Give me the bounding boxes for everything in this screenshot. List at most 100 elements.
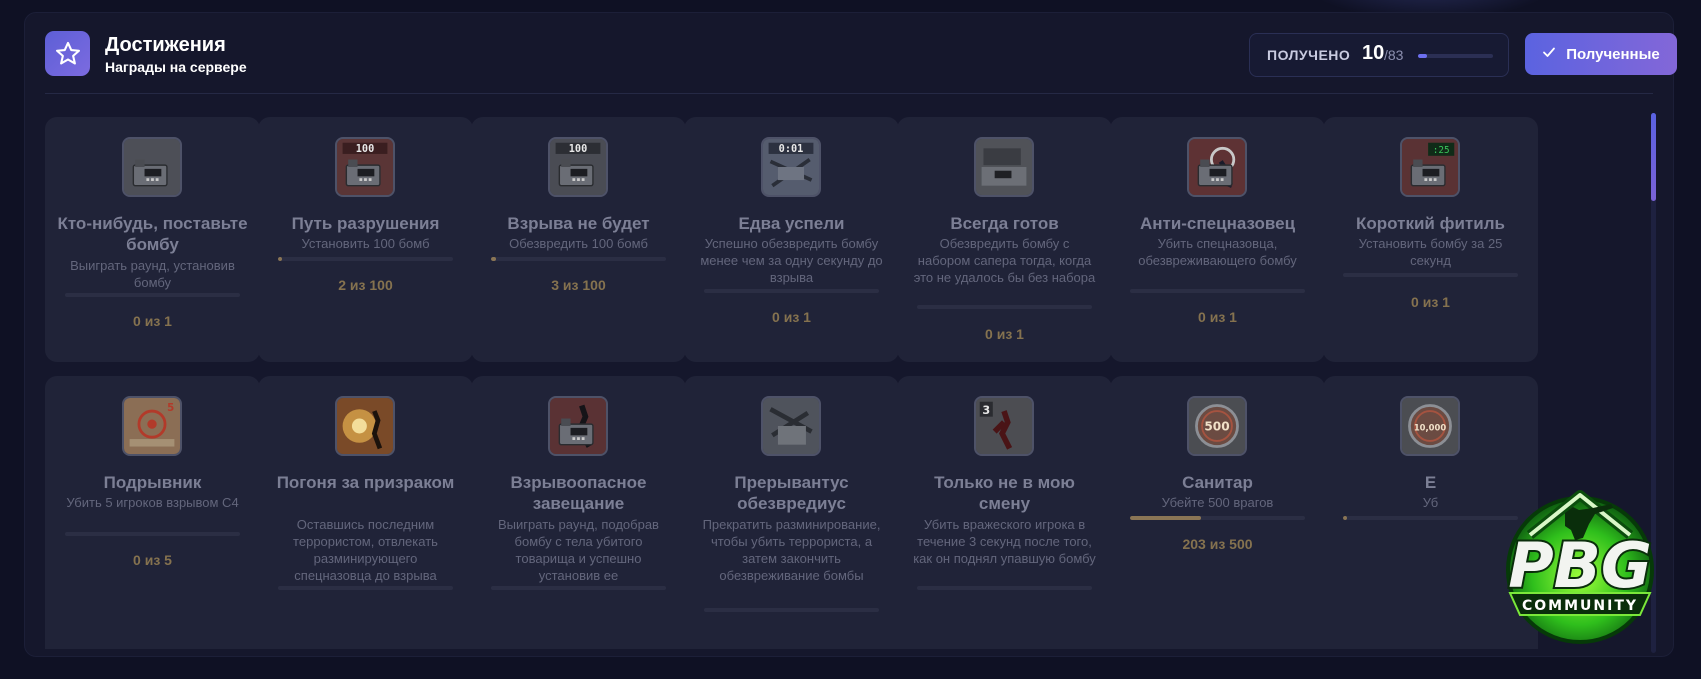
- achievement-description: Установить 100 бомб: [301, 236, 430, 251]
- achievement-card[interactable]: Прерывантус обезвредиус Прекратить разми…: [684, 376, 899, 649]
- achievement-title: Взрыва не будет: [507, 214, 650, 233]
- svg-text:5: 5: [167, 402, 174, 414]
- bomb-100-icon: 100: [335, 137, 395, 197]
- svg-text:10,000: 10,000: [1414, 423, 1446, 433]
- achievement-progress-bar: [917, 305, 1092, 309]
- achievement-description: Убейте 500 врагов: [1161, 495, 1274, 510]
- check-icon: [1542, 45, 1556, 63]
- bomb-pickup-icon: [548, 396, 608, 456]
- timer-bomb-icon: 0:01: [761, 137, 821, 197]
- achievement-count: 0 из 1: [985, 326, 1024, 342]
- achievement-title: Анти-спецназовец: [1139, 214, 1296, 233]
- defuse-100-icon: 100: [548, 137, 608, 197]
- achievement-title: Взрывоопасное завещание: [510, 473, 647, 513]
- obtained-progress: ПОЛУЧЕНО 10 /83: [1249, 33, 1509, 77]
- achievement-progress-bar: [491, 586, 666, 590]
- achievement-description: Обезвредить 100 бомб: [509, 236, 648, 251]
- achievement-count: 0 из 1: [772, 309, 811, 325]
- achievement-progress-bar: [278, 586, 453, 590]
- defuse-kit-icon: [974, 137, 1034, 197]
- achievement-description: Выиграть раунд, установив бомбу: [70, 258, 235, 290]
- achievement-progress-bar: [278, 257, 453, 261]
- achievement-title: Погоня за призраком: [276, 473, 455, 492]
- achievement-progress-bar: [65, 293, 240, 297]
- achievement-title: Путь разрушения: [291, 214, 440, 233]
- pbg-community-logo: PBG COMMUNITY: [1470, 465, 1690, 665]
- panel-header: Достижения Награды на сервере ПОЛУЧЕНО 1…: [45, 31, 1677, 79]
- achievement-card[interactable]: Всегда готов Обезвредить бомбу с набором…: [897, 117, 1112, 362]
- achievement-card[interactable]: 3 Только не в мою смену Убить вражеского…: [897, 376, 1112, 649]
- progress-bar-fill: [1418, 54, 1427, 58]
- achievement-title: Подрывник: [103, 473, 202, 492]
- progress-bar: [1418, 54, 1493, 58]
- svg-text:100: 100: [569, 143, 588, 155]
- anti-ct-icon: [1187, 137, 1247, 197]
- obtained-filter-label: Полученные: [1566, 45, 1660, 63]
- achievement-description: Убить 5 игроков взрывом C4: [66, 495, 239, 510]
- achievement-progress-fill: [278, 257, 282, 261]
- achievement-card[interactable]: 100 Взрыва не будет Обезвредить 100 бомб…: [471, 117, 686, 362]
- achievement-description: Убить спецназовца, обезвреживающего бомб…: [1138, 236, 1297, 268]
- achievement-description: Прекратить разминирование, чтобы убить т…: [702, 517, 881, 583]
- achievement-card[interactable]: 0:01 Едва успели Успешно обезвредить бом…: [684, 117, 899, 362]
- achievement-progress-bar: [1343, 273, 1518, 277]
- not-on-my-watch-icon: 3: [974, 396, 1034, 456]
- progress-value: 10: [1362, 42, 1385, 64]
- achievement-description: Выиграть раунд, подобрав бомбу с тела уб…: [498, 517, 659, 583]
- achievement-card[interactable]: Кто-нибудь, поставьте бомбу Выиграть рау…: [45, 117, 260, 362]
- achievement-description: Убить вражеского игрока в течение 3 секу…: [913, 517, 1096, 566]
- svg-text:3: 3: [982, 404, 990, 417]
- page-title: Достижения: [105, 34, 226, 56]
- achievement-title: Всегда готов: [950, 214, 1059, 233]
- achievement-progress-bar: [704, 608, 879, 612]
- achievements-grid: Кто-нибудь, поставьте бомбу Выиграть рау…: [45, 117, 1645, 649]
- achievement-description: Установить бомбу за 25 секунд: [1358, 236, 1503, 268]
- achievements-panel: Достижения Награды на сервере ПОЛУЧЕНО 1…: [24, 12, 1677, 657]
- progress-label: ПОЛУЧЕНО: [1267, 47, 1351, 63]
- achievement-card[interactable]: Анти-спецназовец Убить спецназовца, обез…: [1110, 117, 1325, 362]
- svg-text:500: 500: [1204, 420, 1229, 434]
- interrupt-defuse-icon: [761, 396, 821, 456]
- achievement-card[interactable]: 500 Санитар Убейте 500 врагов 203 из 500: [1110, 376, 1325, 649]
- svg-text:0:01: 0:01: [779, 143, 804, 155]
- medal-10000-icon: 10,000: [1400, 396, 1460, 456]
- svg-text:PBG: PBG: [1508, 529, 1652, 602]
- achievement-progress-fill: [1130, 516, 1202, 520]
- star-icon: [45, 31, 90, 76]
- achievement-progress-bar: [917, 586, 1092, 590]
- achievement-progress-bar: [1130, 516, 1305, 520]
- progress-total: /83: [1384, 47, 1404, 63]
- obtained-filter-button[interactable]: Полученные: [1525, 33, 1677, 75]
- header-divider: [45, 93, 1653, 94]
- svg-text:COMMUNITY: COMMUNITY: [1522, 598, 1638, 614]
- achievement-description: Обезвредить бомбу с набором сапера тогда…: [913, 236, 1096, 285]
- svg-text::25: :25: [1433, 145, 1450, 156]
- achievement-count: 0 из 1: [1198, 309, 1237, 325]
- short-fuse-icon: :25: [1400, 137, 1460, 197]
- medal-500-icon: 500: [1187, 396, 1247, 456]
- achievement-count: 203 из 500: [1182, 536, 1253, 552]
- bomb-icon: [122, 137, 182, 197]
- achievement-progress-fill: [1343, 516, 1347, 520]
- achievement-card[interactable]: 5 Подрывник Убить 5 игроков взрывом C4 0…: [45, 376, 260, 649]
- achievement-title: Прерывантус обезвредиус: [734, 473, 849, 513]
- achievement-card[interactable]: :25 Короткий фитиль Установить бомбу за …: [1323, 117, 1538, 362]
- svg-text:100: 100: [356, 143, 375, 155]
- achievement-description: Успешно обезвредить бомбу менее чем за о…: [700, 236, 883, 285]
- achievement-count: 0 из 5: [133, 552, 172, 568]
- achievement-progress-fill: [491, 257, 497, 261]
- achievement-count: 0 из 1: [133, 313, 172, 329]
- achievement-description: Оставшись последним террористом, отвлека…: [293, 517, 438, 583]
- achievement-title: Кто-нибудь, поставьте бомбу: [57, 214, 248, 254]
- target-icon: 5: [122, 396, 182, 456]
- achievement-card[interactable]: Взрывоопасное завещание Выиграть раунд, …: [471, 376, 686, 649]
- scrollbar-thumb[interactable]: [1651, 113, 1656, 201]
- page-subtitle: Награды на сервере: [105, 59, 247, 75]
- achievement-count: 0 из 1: [1411, 294, 1450, 310]
- achievement-count: 3 из 100: [551, 277, 606, 293]
- achievement-title: Только не в мою смену: [934, 473, 1075, 513]
- achievement-title: Короткий фитиль: [1356, 214, 1505, 233]
- achievement-card[interactable]: 100 Путь разрушения Установить 100 бомб …: [258, 117, 473, 362]
- achievement-card[interactable]: Погоня за призраком Оставшись последним …: [258, 376, 473, 649]
- explosion-icon: [335, 396, 395, 456]
